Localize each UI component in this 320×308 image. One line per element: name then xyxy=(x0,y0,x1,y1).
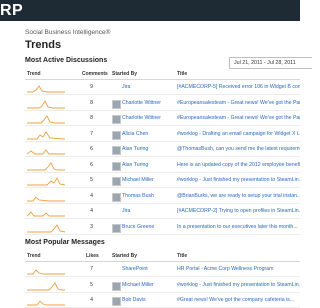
col-head-started-by[interactable]: Started By xyxy=(112,253,137,259)
section-title-discussions: Most Active Discussions xyxy=(25,57,108,64)
trend-sparkline xyxy=(27,269,65,275)
row-count: 8 xyxy=(90,115,93,121)
app-subtitle: Social Business Intelligence® xyxy=(25,29,111,36)
col-head-title[interactable]: Title xyxy=(177,253,187,259)
top-bar: RP xyxy=(0,0,300,21)
table-row[interactable]: 7 SharePoint HR Portal - Acme Corp Wellnes… xyxy=(25,263,300,277)
title-link[interactable]: #Great news! We've got the company cafet… xyxy=(177,294,300,307)
avatar xyxy=(112,223,121,233)
title-link[interactable]: HR Portal - Acme Corp Wellness Program xyxy=(177,263,300,276)
row-count: 4 xyxy=(90,192,93,199)
avatar xyxy=(112,161,121,171)
title-link[interactable]: In a presentation to our executives late… xyxy=(177,221,300,234)
avatar xyxy=(112,115,121,124)
col-head-started-by[interactable]: Started By xyxy=(112,71,137,77)
row-count: 4 xyxy=(90,208,93,214)
table-row[interactable]: 6 Alan Turing Here is an updated copy of t… xyxy=(25,159,300,173)
title-link[interactable]: [#ACMECORP-5] Received error 106 in Widg… xyxy=(177,81,300,94)
title-link[interactable]: #Europeansalesteam - Great news! We've g… xyxy=(177,97,300,110)
section-title-messages: Most Popular Messages xyxy=(25,239,105,246)
row-count: 3 xyxy=(90,223,93,230)
title-link[interactable]: #worklog - Just finished my presentation… xyxy=(177,279,300,292)
avatar xyxy=(112,146,121,155)
row-count: 9 xyxy=(90,84,93,90)
started-by-link[interactable]: Charlotte Wittner xyxy=(122,112,161,125)
started-by-link[interactable]: Jira xyxy=(122,81,130,94)
col-head-trend[interactable]: Trend xyxy=(27,253,41,259)
trend-sparkline xyxy=(27,177,65,186)
row-count: 7 xyxy=(90,130,93,137)
started-by-link[interactable]: Michael Miller xyxy=(122,279,154,292)
avatar xyxy=(112,192,121,202)
table-row[interactable]: 4 Jira [#ACMECORP-2] Trying to open profil… xyxy=(25,205,300,219)
started-by-link[interactable]: Jira xyxy=(122,205,130,218)
trend-sparkline xyxy=(27,149,65,155)
col-head-likes[interactable]: Likes xyxy=(86,253,99,259)
header-divider xyxy=(25,79,300,80)
date-range-picker[interactable]: Jul 21, 2011 - Jul 28, 2011 xyxy=(229,57,312,69)
started-by-link[interactable]: Bob Davis xyxy=(122,294,146,307)
avatar xyxy=(112,84,119,91)
table-row[interactable]: 3 Bruce Greene In a presentation to our ex… xyxy=(25,221,300,235)
row-count: 8 xyxy=(90,99,93,106)
table-row[interactable]: 6 Alan Turing @ThomasBush, can you send me… xyxy=(25,143,300,157)
table-row[interactable]: 8 Charlotte Wittner #Europeansalesteam - G… xyxy=(25,112,300,126)
title-link[interactable]: [#ACMECORP-2] Trying to open profiles in… xyxy=(177,205,300,218)
row-count: 7 xyxy=(90,266,93,272)
col-head-comments[interactable]: Comments xyxy=(82,71,108,77)
col-head-title[interactable]: Title xyxy=(177,71,187,77)
row-count: 5 xyxy=(90,281,93,288)
row-count: 4 xyxy=(90,297,93,303)
trend-sparkline xyxy=(27,85,65,93)
title-link[interactable]: #worklog - Just finished my presentation… xyxy=(177,174,300,187)
app-logo: RP xyxy=(0,2,24,19)
avatar xyxy=(112,99,121,109)
title-link[interactable]: @ThomasBush, can you send me the latest … xyxy=(177,143,300,156)
table-row[interactable]: 5 Michael Miller #worklog - Just finished … xyxy=(25,174,300,188)
row-count: 5 xyxy=(90,177,93,183)
title-link[interactable]: Here is an updated copy of the 2012 empl… xyxy=(177,159,300,172)
started-by-link[interactable]: Thomas Bush xyxy=(122,190,154,203)
trend-sparkline xyxy=(27,211,65,217)
avatar xyxy=(112,281,121,291)
started-by-link[interactable]: Bruce Greene xyxy=(122,221,154,234)
started-by-link[interactable]: Charlotte Wittner xyxy=(122,97,161,110)
table-row[interactable]: 8 Charlotte Wittner #Europeansalesteam - G… xyxy=(25,97,300,111)
trend-sparkline xyxy=(27,161,65,170)
avatar xyxy=(112,130,121,140)
avatar xyxy=(112,266,119,273)
row-count: 6 xyxy=(90,161,93,168)
avatar xyxy=(112,208,119,215)
trend-sparkline xyxy=(27,115,65,124)
title-link[interactable]: @BrianBurks, we are ready to setup your … xyxy=(177,190,300,203)
started-by-link[interactable]: SharePoint xyxy=(122,263,148,276)
started-by-link[interactable]: Alan Turing xyxy=(122,159,148,172)
page-title: Trends xyxy=(25,39,62,51)
trend-sparkline xyxy=(27,99,65,108)
table-row[interactable]: 9 Jira [#ACMECORP-5] Received error 106 in… xyxy=(25,81,300,95)
table-row[interactable]: 7 Alicia Chen #worklog - Drafting an email… xyxy=(25,128,300,142)
started-by-link[interactable]: Michael Miller xyxy=(122,174,154,187)
header-divider xyxy=(25,261,300,262)
trend-sparkline xyxy=(27,223,65,232)
trend-sparkline xyxy=(27,130,65,139)
trend-sparkline xyxy=(27,300,65,306)
avatar xyxy=(112,297,121,306)
col-head-trend[interactable]: Trend xyxy=(27,71,41,77)
avatar xyxy=(112,177,121,186)
trend-sparkline xyxy=(27,281,65,290)
started-by-link[interactable]: Alicia Chen xyxy=(122,128,148,141)
trend-sparkline xyxy=(27,195,65,201)
started-by-link[interactable]: Alan Turing xyxy=(122,143,148,156)
row-count: 6 xyxy=(90,146,93,152)
table-row[interactable]: 5 Michael Miller #worklog - Just finished … xyxy=(25,279,300,293)
title-link[interactable]: #worklog - Drafting an email campaign fo… xyxy=(177,128,300,141)
table-row[interactable]: 4 Thomas Bush @BrianBurks, we are ready to… xyxy=(25,190,300,204)
table-row[interactable]: 4 Bob Davis #Great news! We've got the com… xyxy=(25,294,300,308)
title-link[interactable]: #Europeansalesteam - Great news! We've g… xyxy=(177,112,300,125)
